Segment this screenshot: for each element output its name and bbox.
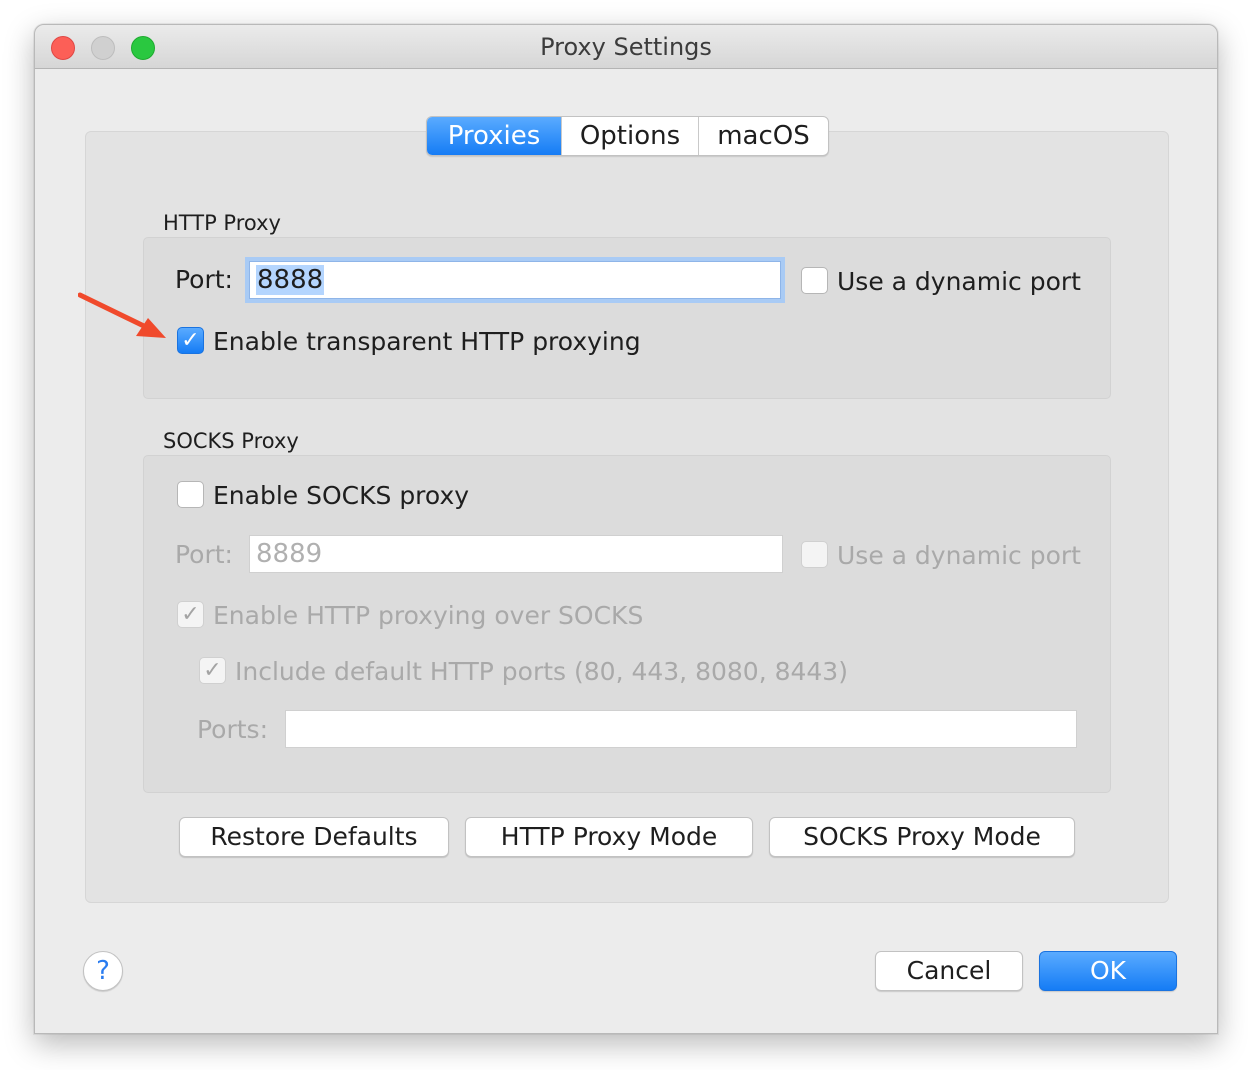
http-over-socks-label: Enable HTTP proxying over SOCKS <box>213 601 644 630</box>
restore-defaults-button[interactable]: Restore Defaults <box>179 817 449 857</box>
check-icon: ✓ <box>203 658 222 683</box>
socks-port-field[interactable]: 8889 <box>249 535 783 573</box>
enable-socks-checkbox[interactable] <box>177 481 204 508</box>
http-dynamic-port-checkbox[interactable] <box>801 267 828 294</box>
title-bar[interactable]: Proxy Settings <box>35 25 1217 69</box>
ports-field[interactable] <box>285 710 1077 748</box>
cancel-button[interactable]: Cancel <box>875 951 1023 991</box>
socks-port-label: Port: <box>175 540 233 569</box>
ok-button[interactable]: OK <box>1039 951 1177 991</box>
check-icon: ✓ <box>181 602 200 627</box>
transparent-http-label: Enable transparent HTTP proxying <box>213 327 641 356</box>
http-port-value: 8888 <box>256 265 325 295</box>
socks-proxy-mode-button[interactable]: SOCKS Proxy Mode <box>769 817 1075 857</box>
http-over-socks-checkbox[interactable]: ✓ <box>177 601 204 628</box>
window-title: Proxy Settings <box>540 33 712 61</box>
check-icon: ✓ <box>181 328 200 353</box>
http-proxy-mode-button[interactable]: HTTP Proxy Mode <box>465 817 753 857</box>
socks-dynamic-port-checkbox[interactable] <box>801 541 828 568</box>
tab-proxies[interactable]: Proxies <box>427 117 561 155</box>
proxy-settings-window: Proxy Settings Proxies Options macOS HTT… <box>34 24 1218 1034</box>
http-dynamic-port-label: Use a dynamic port <box>837 267 1081 296</box>
annotation-arrow-icon <box>78 292 166 338</box>
include-default-ports-label: Include default HTTP ports (80, 443, 808… <box>235 657 848 686</box>
socks-proxy-group-title: SOCKS Proxy <box>163 429 299 453</box>
help-button[interactable]: ? <box>83 951 123 991</box>
tab-macos[interactable]: macOS <box>698 117 828 155</box>
tab-options[interactable]: Options <box>561 117 698 155</box>
socks-dynamic-port-label: Use a dynamic port <box>837 541 1081 570</box>
http-port-label: Port: <box>175 265 233 294</box>
ports-label: Ports: <box>197 715 269 744</box>
http-proxy-group-title: HTTP Proxy <box>163 211 281 235</box>
include-default-ports-checkbox[interactable]: ✓ <box>199 657 226 684</box>
enable-socks-label: Enable SOCKS proxy <box>213 481 470 510</box>
question-mark-icon: ? <box>96 956 110 986</box>
transparent-http-checkbox[interactable]: ✓ <box>177 327 204 354</box>
tab-bar: Proxies Options macOS <box>426 116 829 156</box>
http-port-field[interactable]: 8888 <box>249 261 781 299</box>
